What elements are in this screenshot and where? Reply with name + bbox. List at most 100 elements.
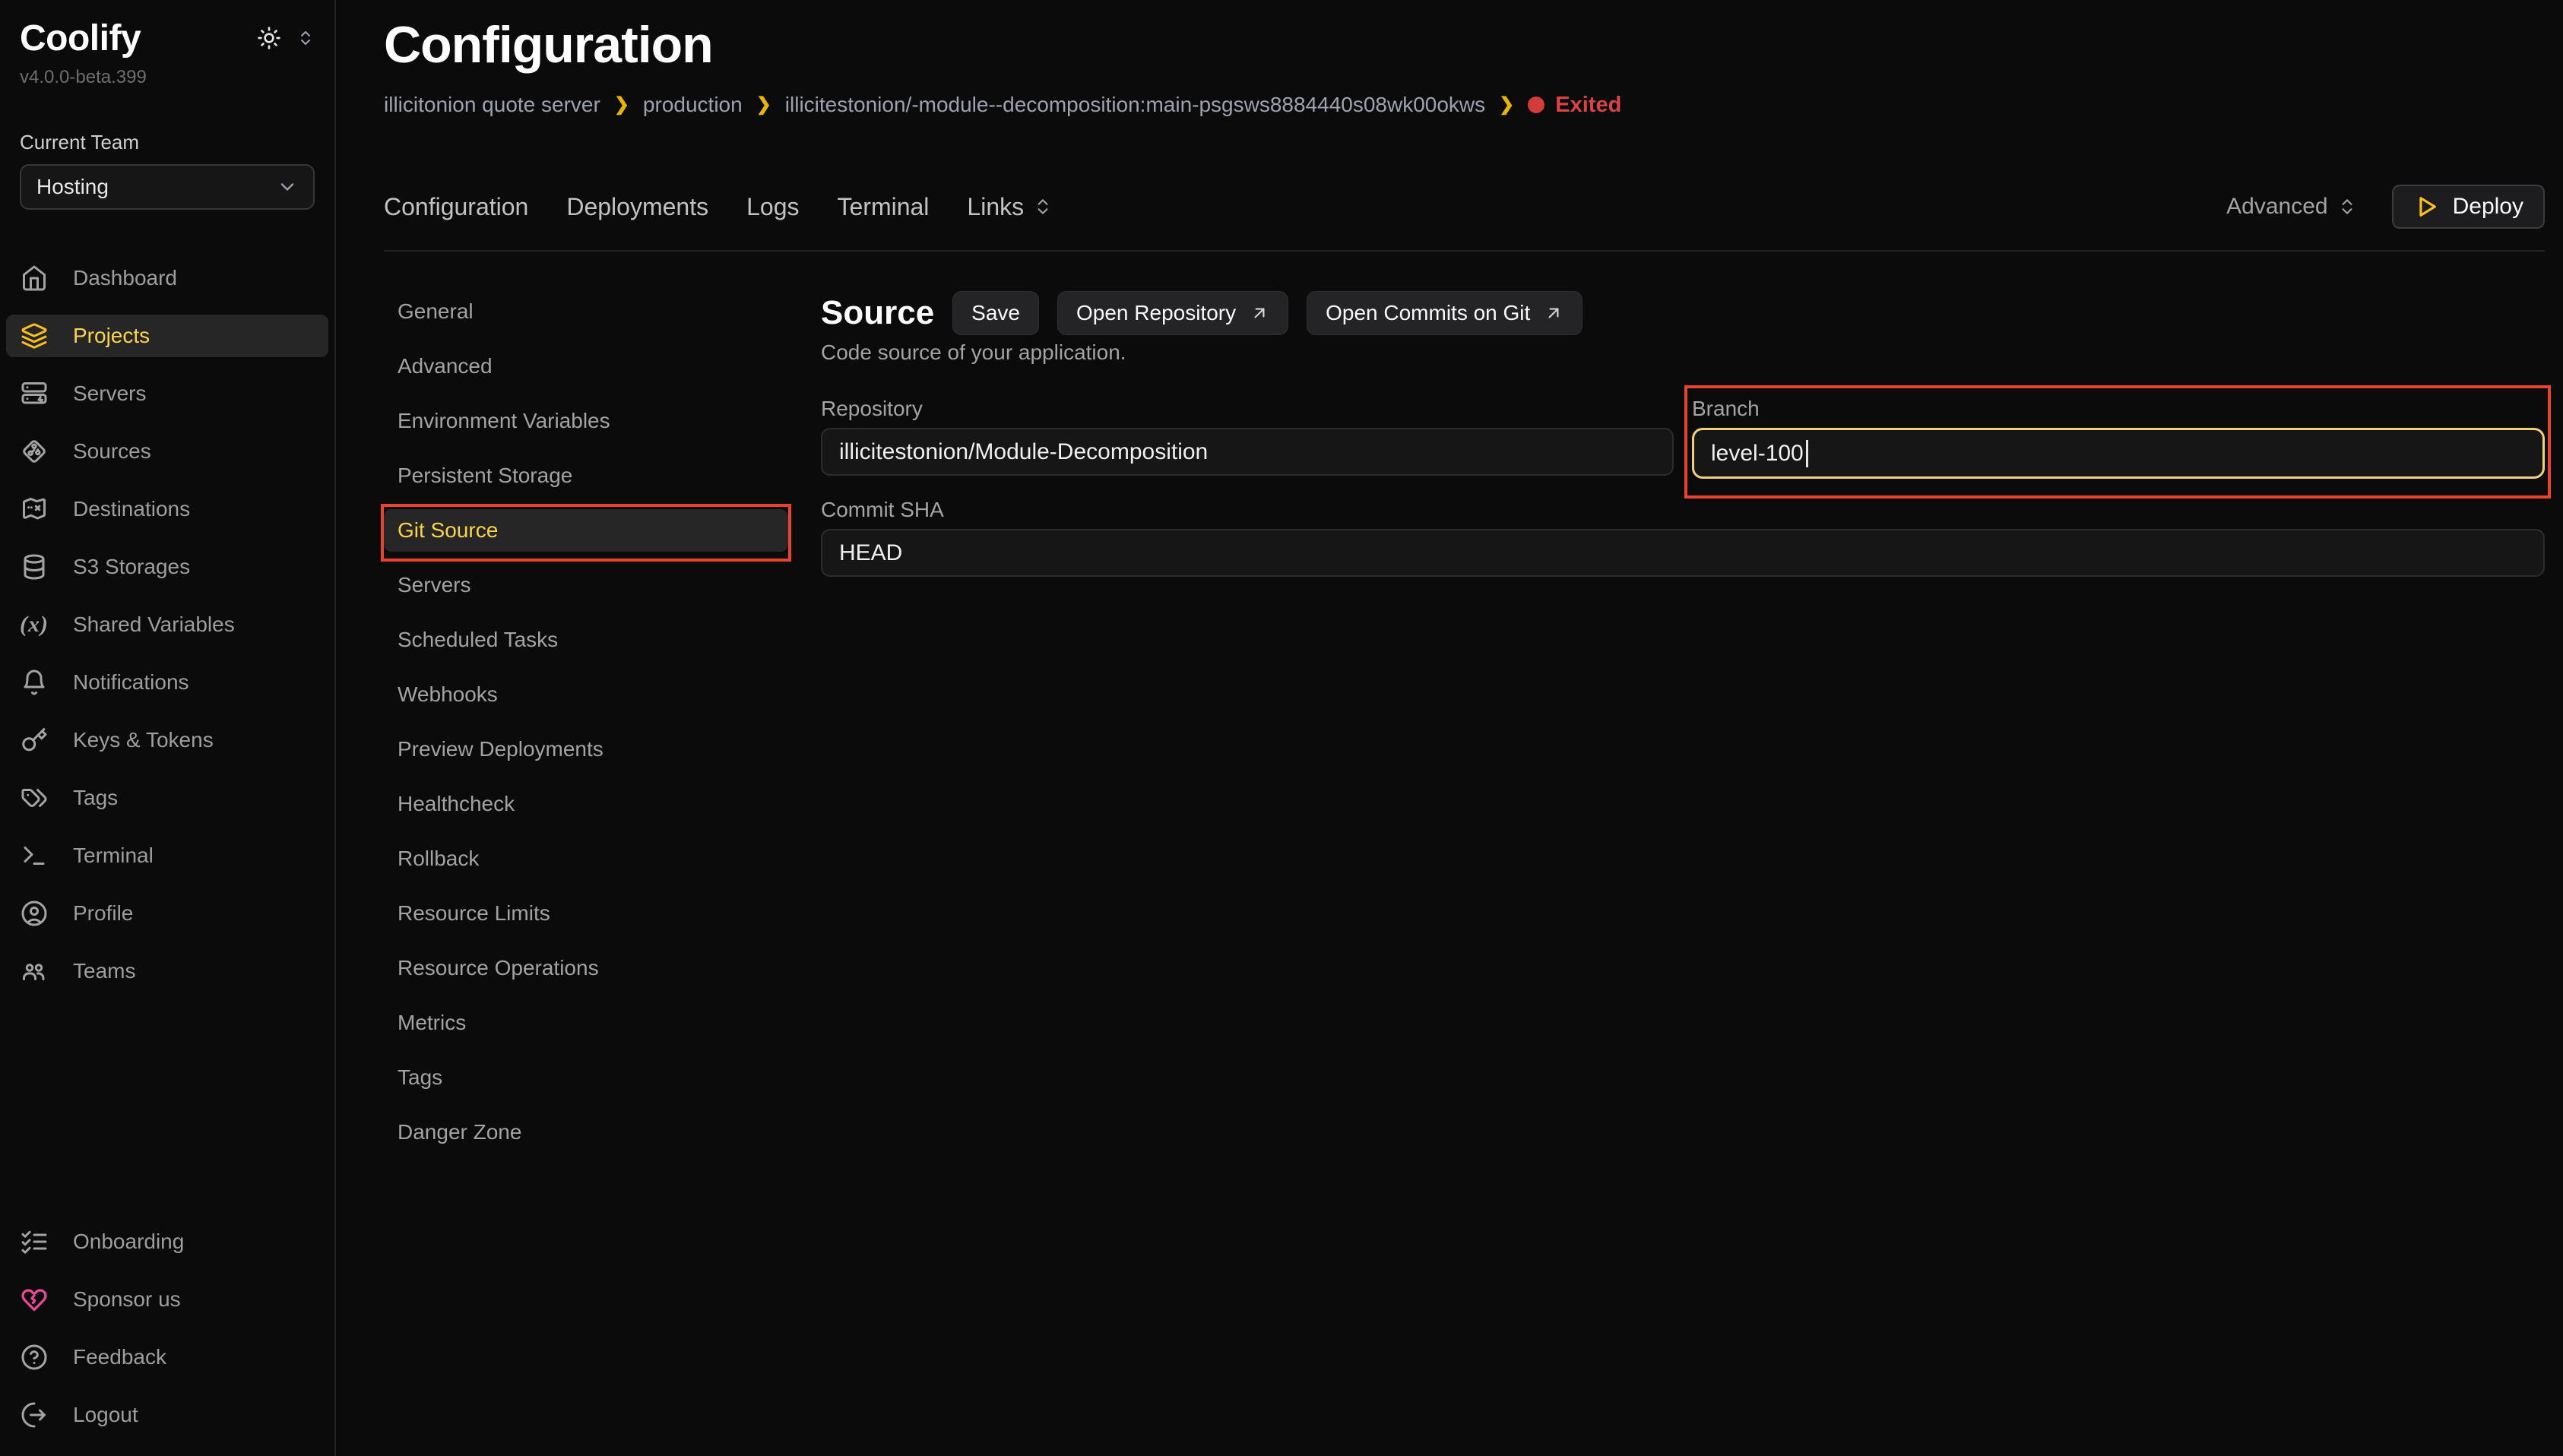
sidebar-item-label: Teams bbox=[73, 959, 135, 983]
variable-icon: (x) bbox=[20, 610, 49, 639]
sidebar-item-dashboard[interactable]: Dashboard bbox=[6, 257, 328, 299]
sidebar-item-feedback[interactable]: Feedback bbox=[6, 1336, 328, 1378]
tab-bar: Configuration Deployments Logs Terminal … bbox=[384, 185, 2545, 252]
sidebar-item-label: Dashboard bbox=[73, 266, 177, 290]
breadcrumb-project[interactable]: illicitonion quote server bbox=[384, 93, 600, 116]
submenu-item-healthcheck[interactable]: Healthcheck bbox=[384, 783, 788, 825]
commit-sha-field: Commit SHA bbox=[821, 499, 2545, 577]
sidebar-item-terminal[interactable]: Terminal bbox=[6, 834, 328, 877]
submenu-item-resource-limits[interactable]: Resource Limits bbox=[384, 892, 788, 935]
save-button[interactable]: Save bbox=[952, 291, 1039, 335]
tags-icon bbox=[20, 783, 49, 812]
sidebar-item-logout[interactable]: Logout bbox=[6, 1394, 328, 1436]
sidebar-item-shared-variables[interactable]: (x) Shared Variables bbox=[6, 603, 328, 646]
submenu-item-environment-variables[interactable]: Environment Variables bbox=[384, 400, 788, 442]
breadcrumb-separator-icon: ❯ bbox=[614, 93, 629, 116]
sidebar-item-label: Sponsor us bbox=[73, 1287, 181, 1312]
tab-logs[interactable]: Logs bbox=[746, 193, 799, 221]
arrow-up-right-icon bbox=[1250, 303, 1269, 323]
breadcrumb-application[interactable]: illicitestonion/-module--decomposition:m… bbox=[785, 93, 1485, 116]
tab-configuration[interactable]: Configuration bbox=[384, 193, 528, 221]
submenu-item-resource-operations[interactable]: Resource Operations bbox=[384, 947, 788, 989]
sidebar-item-label: Tags bbox=[73, 786, 118, 810]
sidebar-item-label: Terminal bbox=[73, 844, 154, 868]
repository-label: Repository bbox=[821, 397, 1674, 420]
advanced-dropdown[interactable]: Advanced bbox=[2226, 194, 2356, 220]
open-repository-button[interactable]: Open Repository bbox=[1057, 291, 1288, 335]
sidebar-item-label: Feedback bbox=[73, 1345, 166, 1369]
sidebar-item-tags[interactable]: Tags bbox=[6, 777, 328, 819]
sidebar-item-servers[interactable]: Servers bbox=[6, 372, 328, 415]
commit-sha-input[interactable] bbox=[821, 529, 2545, 577]
breadcrumb-separator-icon: ❯ bbox=[1499, 93, 1514, 116]
key-icon bbox=[20, 726, 49, 755]
sidebar-item-sources[interactable]: Sources bbox=[6, 430, 328, 473]
sidebar-item-teams[interactable]: Teams bbox=[6, 950, 328, 992]
submenu-item-git-source[interactable]: Git Source bbox=[384, 509, 788, 552]
logout-icon bbox=[20, 1401, 49, 1429]
sidebar-item-destinations[interactable]: Destinations bbox=[6, 488, 328, 530]
advanced-label: Advanced bbox=[2226, 194, 2327, 220]
open-repository-label: Open Repository bbox=[1076, 301, 1236, 325]
list-checks-icon bbox=[20, 1227, 49, 1256]
sidebar-item-label: Sources bbox=[73, 439, 151, 464]
sidebar-item-sponsor[interactable]: Sponsor us bbox=[6, 1278, 328, 1321]
breadcrumb: illicitonion quote server ❯ production ❯… bbox=[384, 93, 2545, 116]
tab-links[interactable]: Links bbox=[967, 193, 1053, 221]
submenu-item-rollback[interactable]: Rollback bbox=[384, 837, 788, 880]
sidebar: Coolify v4.0.0-beta.399 Current Team Hos… bbox=[0, 0, 336, 1456]
submenu-item-servers[interactable]: Servers bbox=[384, 564, 788, 606]
sidebar-item-s3-storages[interactable]: S3 Storages bbox=[6, 546, 328, 588]
database-icon bbox=[20, 552, 49, 581]
sidebar-item-projects[interactable]: Projects bbox=[6, 315, 328, 357]
sidebar-item-notifications[interactable]: Notifications bbox=[6, 661, 328, 704]
breadcrumb-separator-icon: ❯ bbox=[756, 93, 771, 116]
submenu-item-metrics[interactable]: Metrics bbox=[384, 1002, 788, 1044]
layers-icon bbox=[20, 321, 49, 350]
configuration-submenu: General Advanced Environment Variables P… bbox=[384, 290, 788, 1166]
tab-links-label: Links bbox=[967, 193, 1024, 221]
commit-sha-label: Commit SHA bbox=[821, 499, 2545, 521]
submenu-item-webhooks[interactable]: Webhooks bbox=[384, 673, 788, 716]
sidebar-footer-nav: Onboarding Sponsor us Feedback Logout bbox=[20, 1220, 315, 1436]
heart-icon bbox=[20, 1285, 49, 1314]
open-commits-button[interactable]: Open Commits on Git bbox=[1307, 291, 1582, 335]
sidebar-item-label: Keys & Tokens bbox=[73, 728, 214, 752]
sidebar-item-keys-tokens[interactable]: Keys & Tokens bbox=[6, 719, 328, 761]
submenu-item-scheduled-tasks[interactable]: Scheduled Tasks bbox=[384, 619, 788, 661]
theme-sun-icon[interactable] bbox=[257, 26, 281, 50]
branch-input[interactable]: level-100 bbox=[1692, 428, 2545, 479]
page-title: Configuration bbox=[384, 17, 2545, 74]
terminal-icon bbox=[20, 841, 49, 870]
git-source-icon bbox=[20, 437, 49, 466]
status-dot-icon bbox=[1528, 97, 1544, 113]
sidebar-item-label: Shared Variables bbox=[73, 612, 235, 637]
sidebar-item-label: Notifications bbox=[73, 670, 189, 695]
user-circle-icon bbox=[20, 899, 49, 928]
sidebar-item-onboarding[interactable]: Onboarding bbox=[6, 1220, 328, 1263]
source-heading: Source bbox=[821, 294, 934, 332]
chevron-down-icon bbox=[277, 176, 298, 198]
submenu-item-general[interactable]: General bbox=[384, 290, 788, 333]
repository-input[interactable] bbox=[821, 428, 1674, 476]
chevrons-up-down-icon bbox=[1033, 197, 1053, 217]
sidebar-item-profile[interactable]: Profile bbox=[6, 892, 328, 935]
submenu-item-label: Git Source bbox=[398, 518, 498, 543]
submenu-item-advanced[interactable]: Advanced bbox=[384, 345, 788, 388]
team-select[interactable]: Hosting bbox=[20, 164, 315, 210]
branch-label: Branch bbox=[1692, 397, 2545, 420]
submenu-item-preview-deployments[interactable]: Preview Deployments bbox=[384, 728, 788, 771]
play-icon bbox=[2413, 194, 2439, 220]
deploy-button[interactable]: Deploy bbox=[2392, 185, 2545, 229]
theme-selector-chevrons-icon[interactable] bbox=[296, 29, 315, 47]
submenu-item-danger-zone[interactable]: Danger Zone bbox=[384, 1111, 788, 1154]
submenu-item-persistent-storage[interactable]: Persistent Storage bbox=[384, 454, 788, 497]
breadcrumb-environment[interactable]: production bbox=[643, 93, 743, 116]
tab-deployments[interactable]: Deployments bbox=[566, 193, 708, 221]
home-icon bbox=[20, 264, 49, 293]
tab-terminal[interactable]: Terminal bbox=[837, 193, 929, 221]
branch-field: Branch level-100 bbox=[1692, 397, 2545, 479]
sidebar-item-label: Destinations bbox=[73, 497, 190, 521]
submenu-item-tags[interactable]: Tags bbox=[384, 1056, 788, 1099]
map-icon bbox=[20, 495, 49, 524]
